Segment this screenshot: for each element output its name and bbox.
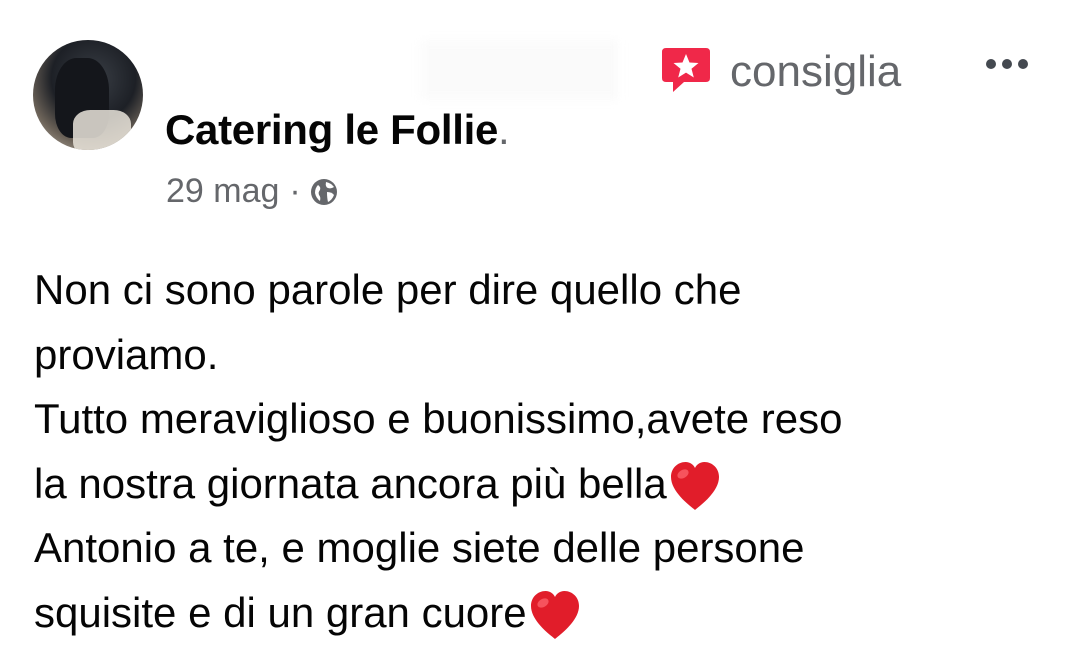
post-text-line: Non ci sono parole per dire quello che bbox=[34, 266, 742, 313]
page-name-text[interactable]: Catering le Follie bbox=[165, 106, 498, 153]
post-text: Non ci sono parole per dire quello che p… bbox=[34, 258, 1064, 645]
post-text-line: Antonio a te, e moglie siete delle perso… bbox=[34, 524, 805, 571]
recommend-star-icon bbox=[662, 48, 710, 92]
post-text-line-with-heart: la nostra giornata ancora più bella bbox=[34, 452, 1064, 517]
redacted-author-name bbox=[420, 40, 620, 100]
meta-separator: · bbox=[289, 172, 301, 210]
red-heart-emoji bbox=[530, 590, 579, 639]
avatar-detail bbox=[73, 110, 131, 150]
post-text-line: la nostra giornata ancora più bella bbox=[34, 459, 667, 507]
post-text-line: proviamo. bbox=[34, 330, 219, 378]
recommend-label: consiglia bbox=[730, 47, 902, 96]
post-text-line: squisite e di un gran cuore bbox=[34, 588, 527, 636]
avatar[interactable] bbox=[33, 40, 143, 150]
post-text-line-with-heart: squisite e di un gran cuore bbox=[34, 581, 1064, 646]
recommend-indicator: consiglia bbox=[660, 44, 901, 96]
post-text-line: Tutto meraviglioso e buonissimo,avete re… bbox=[34, 395, 843, 442]
globe-icon[interactable] bbox=[309, 177, 339, 207]
red-heart-emoji bbox=[670, 461, 719, 510]
page-name[interactable]: Catering le Follie. bbox=[165, 106, 510, 154]
post-meta: 29 mag · bbox=[166, 172, 339, 211]
page-name-suffix: . bbox=[498, 106, 510, 153]
more-options-icon[interactable] bbox=[984, 56, 1030, 72]
post-date[interactable]: 29 mag bbox=[166, 172, 279, 211]
